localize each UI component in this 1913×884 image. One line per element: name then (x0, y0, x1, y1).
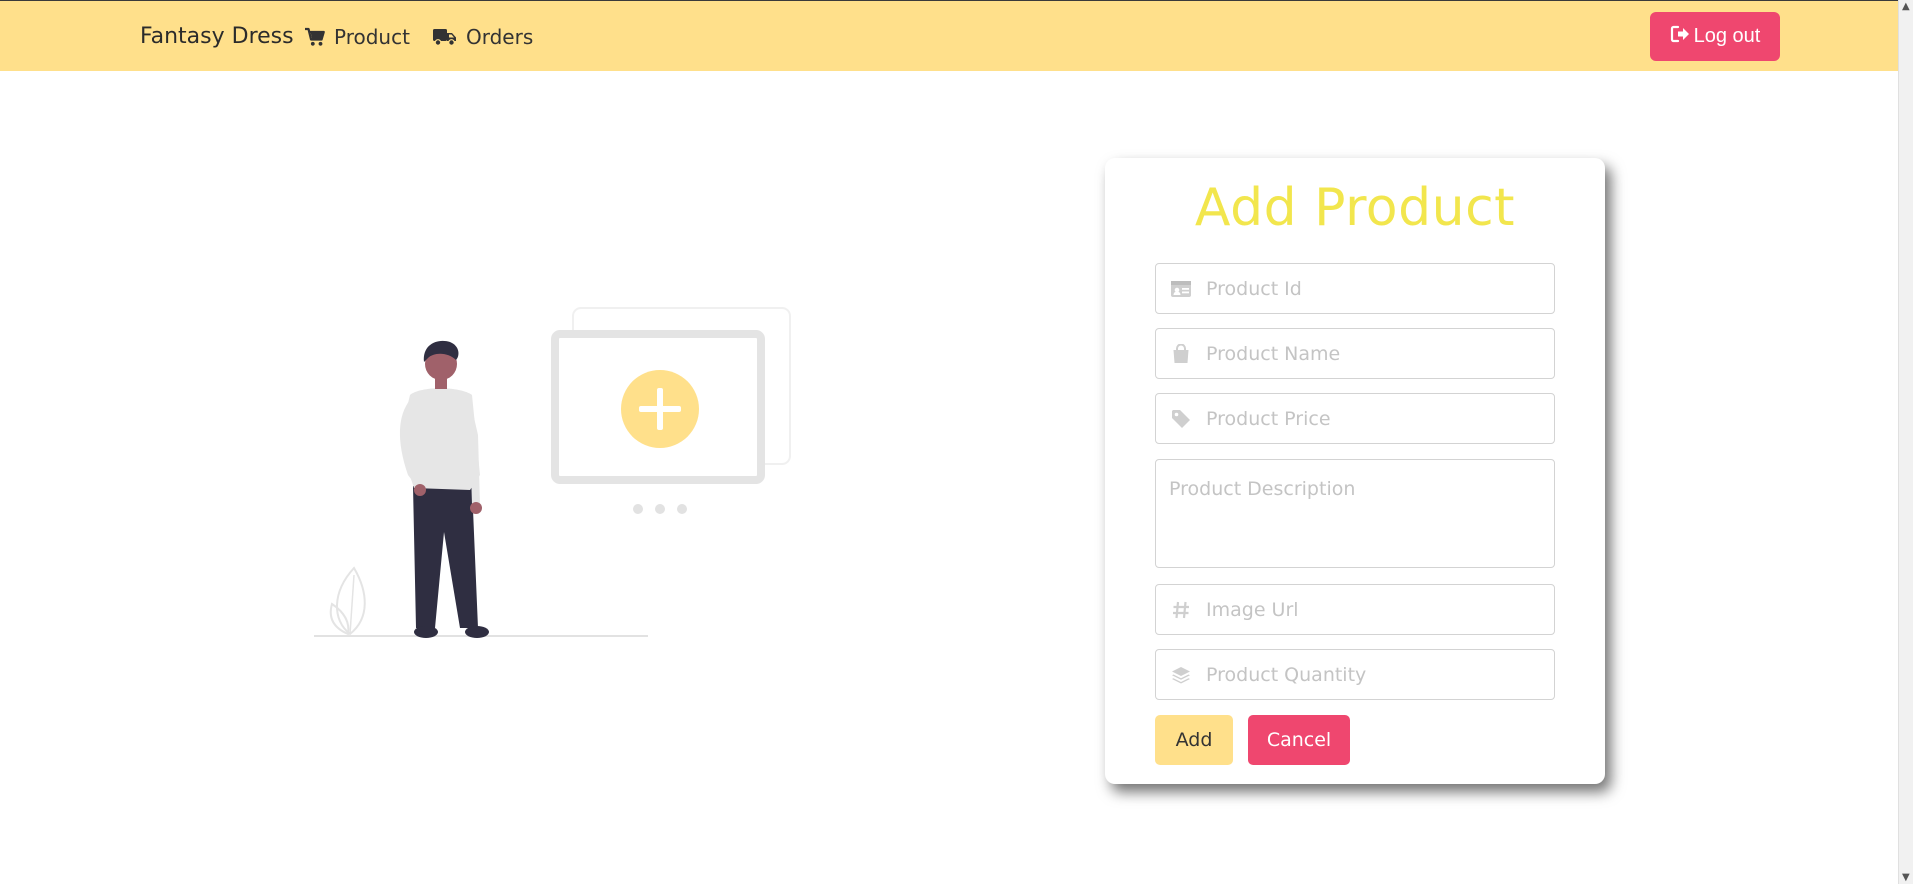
image-url-input[interactable] (1206, 585, 1554, 634)
brand-link[interactable]: Fantasy Dress (140, 24, 294, 49)
layers-icon (1156, 666, 1206, 684)
sign-out-icon (1670, 25, 1690, 49)
nav-orders-link[interactable]: Orders (432, 25, 533, 49)
truck-icon (432, 27, 458, 47)
tag-icon (1156, 409, 1206, 429)
product-id-field (1155, 263, 1555, 314)
nav-product-link[interactable]: Product (304, 25, 410, 49)
navbar: Fantasy Dress Product Orders Log out (0, 1, 1898, 71)
product-price-input[interactable] (1206, 394, 1554, 443)
nav-product-label: Product (334, 25, 410, 49)
scroll-down-arrow-icon[interactable]: ▼ (1902, 872, 1910, 883)
nav-orders-label: Orders (466, 25, 534, 49)
product-description-field (1155, 459, 1555, 568)
logout-button[interactable]: Log out (1650, 12, 1780, 61)
product-price-field (1155, 393, 1555, 444)
product-quantity-field (1155, 649, 1555, 700)
scroll-up-arrow-icon[interactable]: ▲ (1902, 1, 1910, 12)
shopping-cart-icon (304, 27, 326, 47)
shopping-bag-icon (1156, 343, 1206, 364)
product-name-field (1155, 328, 1555, 379)
form-title: Add Product (1194, 178, 1516, 238)
hashtag-icon (1156, 601, 1206, 619)
add-button[interactable]: Add (1155, 715, 1233, 765)
logout-label: Log out (1693, 25, 1761, 47)
product-quantity-input[interactable] (1206, 650, 1554, 699)
image-url-field (1155, 584, 1555, 635)
cancel-button[interactable]: Cancel (1248, 715, 1350, 765)
product-name-input[interactable] (1206, 329, 1554, 378)
add-product-form: Add Product Add Cancel (1105, 158, 1605, 784)
product-description-input[interactable] (1156, 460, 1554, 567)
id-card-icon (1156, 280, 1206, 298)
page-scrollbar[interactable]: ▲ ▼ (1898, 0, 1913, 884)
product-id-input[interactable] (1206, 264, 1554, 313)
add-product-illustration (310, 300, 800, 645)
